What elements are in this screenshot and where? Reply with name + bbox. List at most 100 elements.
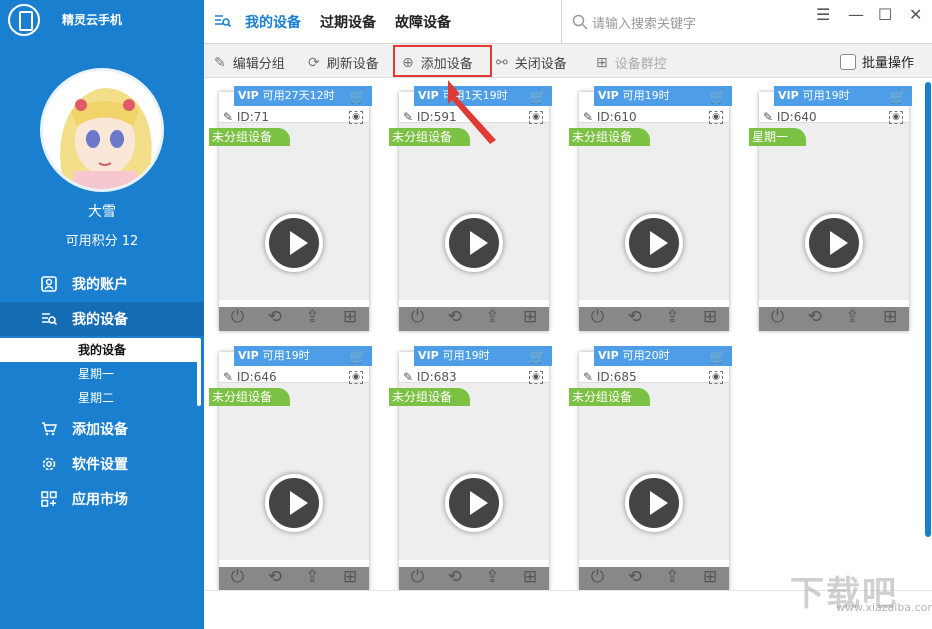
app-plus-icon[interactable]: ⊞ — [883, 307, 897, 327]
play-icon[interactable] — [625, 474, 683, 532]
app-plus-icon[interactable]: ⊞ — [523, 307, 537, 327]
edit-group-button[interactable]: ✎ 编辑分组 — [214, 53, 285, 73]
play-icon[interactable] — [445, 214, 503, 272]
cart-icon[interactable]: 🛒 — [530, 88, 546, 108]
screenshot-icon[interactable]: ◉ — [349, 111, 363, 124]
screenshot-icon[interactable]: ◉ — [529, 111, 543, 124]
vip-label: VIP — [418, 349, 439, 362]
play-icon[interactable] — [265, 214, 323, 272]
power-icon[interactable]: ⏻ — [591, 307, 604, 327]
app-plus-icon[interactable]: ⊞ — [343, 307, 357, 327]
tab-expired-devices[interactable]: 过期设备 — [320, 12, 376, 32]
device-card[interactable]: VIP 可用19时 🛒 ✎ ID:640 ◉ 星期一 ⏻ ⟲ ⇪ ⊞ — [749, 86, 912, 331]
hierarchy-icon: ⊞ — [596, 54, 608, 71]
close-device-button[interactable]: ⚯ 关闭设备 — [496, 53, 567, 73]
sidebar-subitem-my-devices[interactable]: 我的设备 — [0, 338, 198, 362]
history-icon[interactable]: ⟲ — [268, 307, 282, 327]
screenshot-icon[interactable]: ◉ — [349, 371, 363, 384]
cart-icon[interactable]: 🛒 — [530, 348, 546, 368]
upload-icon[interactable]: ⇪ — [305, 567, 319, 587]
app-plus-icon[interactable]: ⊞ — [523, 567, 537, 587]
device-screen[interactable] — [579, 382, 729, 591]
power-icon[interactable]: ⏻ — [591, 567, 604, 587]
cart-icon[interactable]: 🛒 — [710, 348, 726, 368]
sidebar-item-devices[interactable]: 我的设备 — [0, 302, 204, 336]
upload-icon[interactable]: ⇪ — [485, 307, 499, 327]
upload-icon[interactable]: ⇪ — [485, 567, 499, 587]
device-card[interactable]: VIP 可用19时 🛒 ✎ ID:610 ◉ 未分组设备 ⏻ ⟲ ⇪ ⊞ — [569, 86, 732, 331]
device-screen[interactable] — [219, 122, 369, 331]
avatar[interactable] — [40, 68, 164, 192]
power-icon[interactable]: ⏻ — [231, 307, 244, 327]
checkbox-box[interactable] — [840, 53, 856, 70]
device-id[interactable]: ✎ ID:610 — [583, 110, 637, 124]
power-icon[interactable]: ⏻ — [231, 567, 244, 587]
cart-icon[interactable]: 🛒 — [350, 88, 366, 108]
history-icon[interactable]: ⟲ — [808, 307, 822, 327]
minimize-button[interactable]: — — [848, 5, 864, 24]
device-id[interactable]: ✎ ID:685 — [583, 370, 637, 384]
app-plus-icon[interactable]: ⊞ — [703, 307, 717, 327]
history-icon[interactable]: ⟲ — [628, 567, 642, 587]
sidebar-item-label: 我的设备 — [72, 312, 128, 328]
play-icon[interactable] — [445, 474, 503, 532]
screenshot-icon[interactable]: ◉ — [889, 111, 903, 124]
devices-tab-icon — [214, 13, 232, 33]
device-screen[interactable] — [759, 122, 909, 331]
history-icon[interactable]: ⟲ — [268, 567, 282, 587]
sidebar-item-add-device[interactable]: 添加设备 — [0, 412, 204, 446]
tab-faulty-devices[interactable]: 故障设备 — [395, 12, 451, 32]
device-screen[interactable] — [399, 122, 549, 331]
screenshot-icon[interactable]: ◉ — [709, 371, 723, 384]
device-id[interactable]: ✎ ID:646 — [223, 370, 277, 384]
device-id[interactable]: ✎ ID:71 — [223, 110, 269, 124]
screenshot-icon[interactable]: ◉ — [709, 111, 723, 124]
device-actions: ⏻ ⟲ ⇪ ⊞ — [759, 303, 909, 331]
app-plus-icon[interactable]: ⊞ — [343, 567, 357, 587]
play-icon[interactable] — [265, 474, 323, 532]
device-id[interactable]: ✎ ID:640 — [763, 110, 817, 124]
upload-icon[interactable]: ⇪ — [665, 307, 679, 327]
batch-operation-checkbox[interactable]: 批量操作 — [840, 52, 914, 71]
history-icon[interactable]: ⟲ — [448, 307, 462, 327]
refresh-devices-button[interactable]: ⟳ 刷新设备 — [308, 53, 379, 73]
device-actions: ⏻ ⟲ ⇪ ⊞ — [579, 563, 729, 591]
cart-icon[interactable]: 🛒 — [710, 88, 726, 108]
power-icon[interactable]: ⏻ — [771, 307, 784, 327]
cart-icon[interactable]: 🛒 — [890, 88, 906, 108]
search-input[interactable]: 请输入搜索关键字 — [561, 0, 801, 44]
history-icon[interactable]: ⟲ — [628, 307, 642, 327]
power-icon[interactable]: ⏻ — [411, 567, 424, 587]
play-icon[interactable] — [805, 214, 863, 272]
group-control-button[interactable]: ⊞ 设备群控 — [596, 53, 667, 73]
device-screen[interactable] — [579, 122, 729, 331]
upload-icon[interactable]: ⇪ — [305, 307, 319, 327]
sidebar-scrollbar[interactable] — [197, 338, 201, 406]
sidebar-subitem-tuesday[interactable]: 星期二 — [0, 386, 198, 410]
screenshot-icon[interactable]: ◉ — [529, 371, 543, 384]
device-card[interactable]: VIP 可用27天12时 🛒 ✎ ID:71 ◉ 未分组设备 ⏻ ⟲ ⇪ ⊞ — [209, 86, 372, 331]
vip-label: VIP — [418, 89, 439, 102]
app-plus-icon[interactable]: ⊞ — [703, 567, 717, 587]
history-icon[interactable]: ⟲ — [448, 567, 462, 587]
device-id[interactable]: ✎ ID:683 — [403, 370, 457, 384]
power-icon[interactable]: ⏻ — [411, 307, 424, 327]
sidebar-item-settings[interactable]: 软件设置 — [0, 447, 204, 481]
main-scrollbar[interactable] — [925, 82, 931, 537]
menu-icon[interactable]: ☰ — [816, 5, 830, 24]
device-card[interactable]: VIP 可用19时 🛒 ✎ ID:646 ◉ 未分组设备 ⏻ ⟲ ⇪ ⊞ — [209, 346, 372, 591]
device-screen[interactable] — [219, 382, 369, 591]
upload-icon[interactable]: ⇪ — [665, 567, 679, 587]
sidebar-item-account[interactable]: 我的账户 — [0, 267, 204, 301]
upload-icon[interactable]: ⇪ — [845, 307, 859, 327]
sidebar-item-app-market[interactable]: 应用市场 — [0, 482, 204, 516]
maximize-button[interactable]: ☐ — [878, 5, 892, 24]
tab-my-devices[interactable]: 我的设备 — [245, 12, 301, 32]
device-card[interactable]: VIP 可用20时 🛒 ✎ ID:685 ◉ 未分组设备 ⏻ ⟲ ⇪ ⊞ — [569, 346, 732, 591]
device-card[interactable]: VIP 可用19时 🛒 ✎ ID:683 ◉ 未分组设备 ⏻ ⟲ ⇪ ⊞ — [389, 346, 552, 591]
play-icon[interactable] — [625, 214, 683, 272]
cart-icon[interactable]: 🛒 — [350, 348, 366, 368]
sidebar-subitem-monday[interactable]: 星期一 — [0, 362, 198, 386]
device-screen[interactable] — [399, 382, 549, 591]
close-button[interactable]: ✕ — [909, 5, 922, 24]
